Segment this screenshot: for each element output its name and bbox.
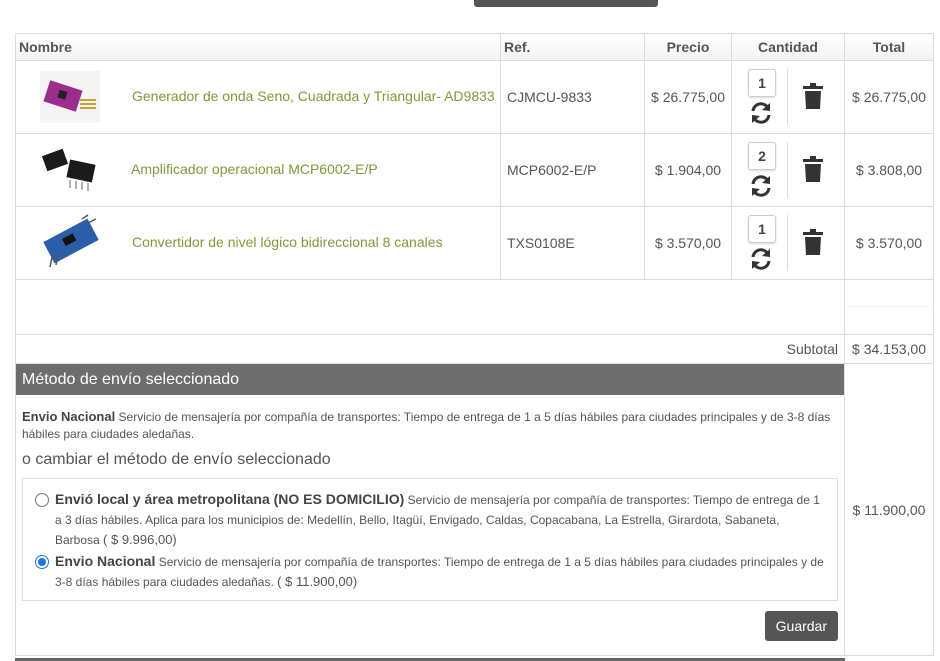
shipping-row: Método de envío seleccionado Envio Nacio… [15, 363, 934, 656]
product-link[interactable]: Generador de onda Seno, Cuadrada y Trian… [132, 88, 495, 104]
refresh-icon[interactable] [749, 247, 773, 271]
subtotal-value: $ 34.153,00 [844, 334, 934, 364]
table-header-row: Nombre Ref. Precio Cantidad Total [15, 33, 934, 61]
save-wrap: Guardar [16, 601, 844, 655]
option-desc: Servicio de mensajería por compañía de t… [55, 555, 824, 589]
quantity-input[interactable]: 2 [748, 142, 776, 170]
subtotal-label: Subtotal [15, 334, 845, 364]
quantity-cell: 2 [731, 133, 845, 207]
option-name: Envio Nacional [55, 553, 156, 569]
product-link[interactable]: Convertidor de nivel lógico bidirecciona… [132, 234, 443, 250]
current-shipping-name: Envio Nacional [22, 409, 116, 424]
divider [787, 142, 788, 198]
table-row: Amplificador operacional MCP6002-E/P MCP… [15, 133, 934, 207]
current-shipping: Envio Nacional Servicio de mensajería po… [16, 395, 844, 443]
change-shipping-label: o cambiar el método de envío seleccionad… [22, 451, 331, 468]
empty-row [15, 279, 934, 335]
product-price: $ 26.775,00 [644, 60, 732, 134]
divider [849, 306, 929, 307]
product-image[interactable] [40, 71, 100, 123]
product-image[interactable] [40, 144, 100, 196]
product-image[interactable] [38, 213, 106, 273]
subtotal-row: Subtotal $ 34.153,00 [15, 334, 934, 364]
refresh-icon[interactable] [749, 101, 773, 125]
radio-local[interactable] [35, 493, 49, 507]
table-row: Convertidor de nivel lógico bidirecciona… [15, 206, 934, 280]
shipping-options: Envió local y área metropolitana (NO ES … [22, 478, 838, 601]
product-ref: TXS0108E [500, 206, 645, 280]
quantity-input[interactable]: 1 [748, 69, 776, 97]
header-qty: Cantidad [731, 33, 845, 61]
product-total: $ 3.570,00 [844, 206, 934, 280]
product-cell: Convertidor de nivel lógico bidirecciona… [15, 206, 501, 280]
product-price: $ 3.570,00 [644, 206, 732, 280]
empty-total-cell [844, 279, 934, 335]
cart-table: Nombre Ref. Precio Cantidad Total Genera… [15, 33, 934, 656]
shipping-header: Método de envío seleccionado [16, 364, 844, 395]
product-link[interactable]: Amplificador operacional MCP6002-E/P [131, 161, 378, 177]
option-name: Envió local y área metropolitana (NO ES … [55, 491, 405, 507]
divider [787, 215, 788, 271]
shipping-total: $ 11.900,00 [844, 363, 934, 656]
quantity-cell: 1 [731, 206, 845, 280]
empty-cell [15, 279, 845, 335]
quantity-input[interactable]: 1 [748, 215, 776, 243]
product-total: $ 26.775,00 [844, 60, 934, 134]
top-button-edge[interactable] [474, 0, 658, 7]
current-shipping-desc: Servicio de mensajería por compañía de t… [22, 410, 831, 441]
shipping-option-national[interactable]: Envio Nacional Servicio de mensajería po… [35, 551, 827, 592]
table-row: Generador de onda Seno, Cuadrada y Trian… [15, 60, 934, 134]
product-cell: Amplificador operacional MCP6002-E/P [15, 133, 501, 207]
product-ref: CJMCU-9833 [500, 60, 645, 134]
trash-icon[interactable] [803, 156, 823, 182]
radio-national[interactable] [35, 555, 49, 569]
quantity-cell: 1 [731, 60, 845, 134]
option-price: ( $ 11.900,00) [277, 574, 358, 589]
product-ref: MCP6002-E/P [500, 133, 645, 207]
shipping-cell: Método de envío seleccionado Envio Nacio… [15, 363, 845, 656]
divider [787, 69, 788, 125]
refresh-icon[interactable] [749, 174, 773, 198]
product-total: $ 3.808,00 [844, 133, 934, 207]
save-button[interactable]: Guardar [764, 611, 838, 641]
shipping-option-local[interactable]: Envió local y área metropolitana (NO ES … [35, 489, 827, 550]
trash-icon[interactable] [803, 83, 823, 109]
trash-icon[interactable] [803, 229, 823, 255]
header-name: Nombre [15, 33, 501, 61]
header-total: Total [844, 33, 934, 61]
header-ref: Ref. [500, 33, 645, 61]
option-price: ( $ 9.996,00) [103, 532, 177, 547]
product-price: $ 1.904,00 [644, 133, 732, 207]
header-price: Precio [644, 33, 732, 61]
product-cell: Generador de onda Seno, Cuadrada y Trian… [15, 60, 501, 134]
